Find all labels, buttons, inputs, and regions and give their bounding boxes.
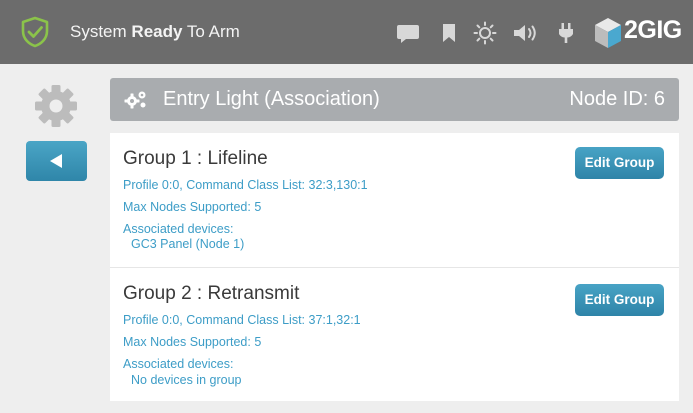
message-icon[interactable]	[396, 23, 420, 45]
group-max-nodes: Max Nodes Supported: 5	[123, 200, 262, 214]
status-suffix: To Arm	[186, 22, 240, 41]
group-associated-devices: No devices in group	[131, 373, 242, 387]
back-button[interactable]	[26, 141, 87, 181]
brand-logo: 2GIG	[624, 16, 682, 44]
group-title: Group 1 : Lifeline	[123, 148, 268, 169]
group-associated-label: Associated devices:	[123, 222, 234, 236]
top-status-bar: System Ready To Arm 2GIG	[0, 0, 693, 64]
association-groups-panel: Group 1 : Lifeline Profile 0:0, Command …	[110, 133, 679, 401]
group-profile: Profile 0:0, Command Class List: 32:3,13…	[123, 178, 368, 192]
status-prefix: System	[70, 22, 127, 41]
group-associated-devices: GC3 Panel (Node 1)	[131, 237, 245, 251]
volume-icon[interactable]	[513, 23, 539, 43]
group-associated-label: Associated devices:	[123, 357, 234, 371]
association-icon	[124, 91, 146, 109]
node-id-label: Node ID: 6	[569, 88, 665, 110]
back-arrow-icon	[50, 154, 62, 168]
device-title: Entry Light (Association)	[163, 88, 380, 110]
group-card-retransmit: Group 2 : Retransmit Profile 0:0, Comman…	[110, 268, 679, 401]
group-title: Group 2 : Retransmit	[123, 283, 300, 304]
group-profile: Profile 0:0, Command Class List: 37:1,32…	[123, 313, 361, 327]
2gig-cube-icon	[595, 18, 621, 48]
group-card-lifeline: Group 1 : Lifeline Profile 0:0, Command …	[110, 133, 679, 267]
shield-check-icon[interactable]	[20, 16, 50, 48]
plug-icon[interactable]	[558, 22, 574, 44]
group-max-nodes: Max Nodes Supported: 5	[123, 335, 262, 349]
brightness-icon[interactable]	[473, 21, 497, 45]
edit-group-button[interactable]: Edit Group	[575, 147, 664, 179]
status-bold: Ready	[131, 22, 183, 41]
gear-icon[interactable]	[34, 84, 78, 128]
device-header-bar: Entry Light (Association) Node ID: 6	[110, 78, 679, 121]
system-status-text[interactable]: System Ready To Arm	[70, 22, 240, 42]
bookmark-icon[interactable]	[442, 23, 456, 43]
edit-group-button[interactable]: Edit Group	[575, 284, 664, 316]
